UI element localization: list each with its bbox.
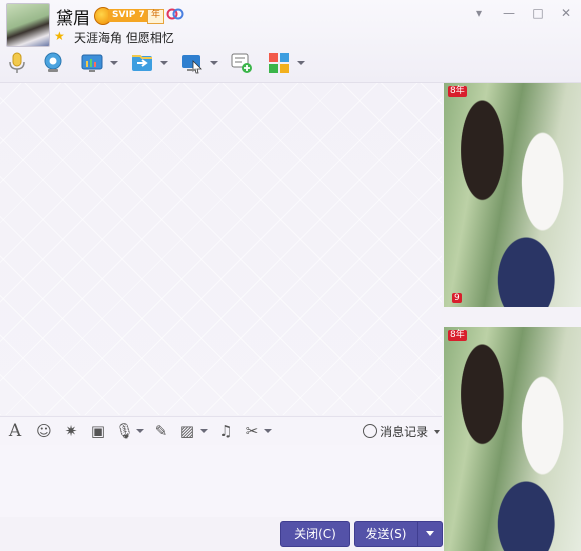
history-dropdown-icon [434, 430, 440, 434]
like-count-badge[interactable]: 9 [452, 293, 462, 303]
contact-signature: 天涯海角 但愿相忆 [74, 31, 174, 45]
image-icon[interactable]: ▨ [178, 422, 196, 440]
clock-icon [363, 424, 378, 438]
image-dropdown-icon[interactable] [200, 429, 208, 433]
contact-name[interactable]: 黛眉 [56, 4, 90, 29]
send-options-button[interactable] [417, 521, 443, 547]
chat-header: 黛眉 SVIP 7 年 ★ 天涯海角 但愿相忆 ▾ — □ ✕ [0, 0, 581, 83]
message-history-area[interactable] [0, 83, 442, 415]
svip-badge[interactable]: SVIP 7 [108, 9, 149, 22]
file-transfer-icon[interactable] [131, 52, 153, 74]
input-toolbar: A ☺ ✷ ▣ 🎙 ✎ ▨ ♫ ✂ 消息记录 [0, 416, 442, 445]
history-label: 消息记录 [380, 425, 429, 439]
message-input[interactable] [0, 445, 442, 517]
contact-show-photo[interactable]: 8年 9 [444, 83, 581, 307]
year-badge[interactable]: 年 [147, 9, 165, 24]
apps-icon[interactable] [268, 52, 290, 74]
contact-avatar[interactable] [6, 3, 50, 47]
self-show-photo[interactable]: 8年 [444, 327, 581, 551]
message-history-button[interactable]: 消息记录 [363, 423, 440, 439]
photo-badge-self: 8年 [448, 330, 467, 341]
voice-message-icon[interactable]: 🎙 [115, 422, 134, 440]
remote-desktop-icon[interactable] [181, 52, 203, 74]
video-call-icon[interactable] [42, 52, 64, 74]
menu-dropdown-icon[interactable]: ▾ [470, 6, 488, 20]
window-shake-icon[interactable]: ✷ [62, 422, 80, 440]
close-icon[interactable]: ✕ [557, 6, 575, 20]
screen-share-dropdown-icon[interactable] [110, 61, 118, 65]
music-icon[interactable]: ♫ [217, 422, 235, 440]
file-transfer-dropdown-icon[interactable] [160, 61, 168, 65]
scissors-dropdown-icon[interactable] [264, 429, 272, 433]
microphone-icon[interactable] [6, 52, 28, 74]
photo-badge: 8年 [448, 86, 467, 97]
send-button[interactable]: 发送(S) [354, 521, 418, 547]
maximize-icon[interactable]: □ [529, 6, 547, 20]
chevron-down-icon [426, 531, 434, 536]
link-icon[interactable] [166, 8, 184, 20]
voice-dropdown-icon[interactable] [136, 429, 144, 433]
remote-desktop-dropdown-icon[interactable] [210, 61, 218, 65]
edit-icon[interactable]: ✎ [152, 422, 170, 440]
chat-toolbar [0, 49, 440, 79]
star-icon: ★ [54, 29, 65, 43]
emoji-icon[interactable]: ☺ [35, 422, 53, 440]
font-icon[interactable]: A [6, 422, 24, 440]
screenshot-icon[interactable]: ▣ [89, 422, 107, 440]
close-button[interactable]: 关闭(C) [280, 521, 350, 547]
new-message-icon[interactable] [231, 52, 253, 74]
apps-dropdown-icon[interactable] [297, 61, 305, 65]
scissors-icon[interactable]: ✂ [243, 422, 261, 440]
minimize-icon[interactable]: — [500, 6, 518, 20]
screen-share-icon[interactable] [81, 52, 103, 74]
